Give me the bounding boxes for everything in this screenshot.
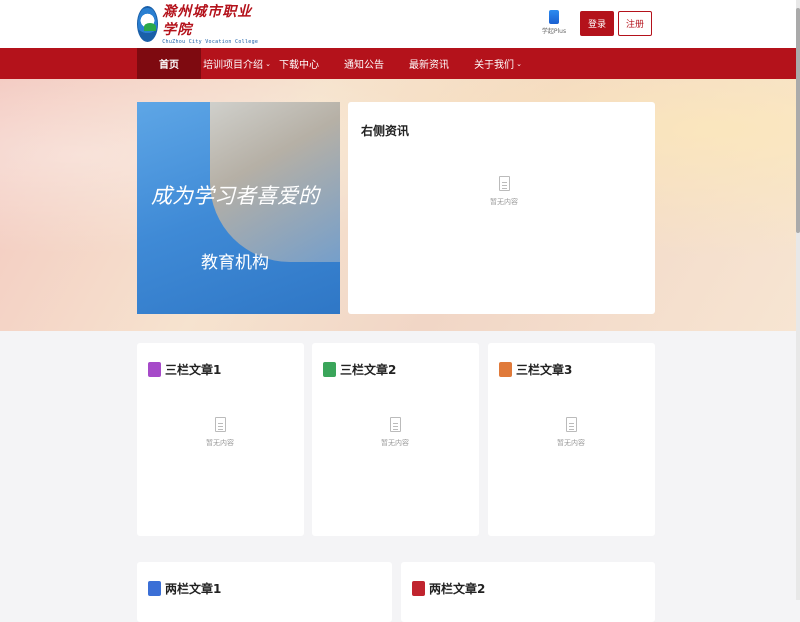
nav-item-downloads[interactable]: 下载中心: [273, 48, 325, 79]
column-header[interactable]: 三栏文章2: [323, 361, 396, 378]
site-header: 滁州城市职业学院 ChuZhou City Vocation College 学…: [0, 0, 796, 48]
two-column-card-2: 两栏文章2: [401, 562, 655, 622]
chevron-down-icon: ⌄: [516, 59, 522, 68]
empty-text: 暂无内容: [557, 439, 585, 447]
nav-item-label: 最新资讯: [409, 60, 449, 71]
logo-emblem-icon: [137, 6, 159, 42]
column-title: 三栏文章3: [516, 363, 573, 377]
nav-item-home[interactable]: 首页: [137, 48, 201, 79]
main-nav: 首页 培训项目介绍 ⌄ 下载中心 通知公告 最新资讯 关于我们 ⌄: [0, 48, 796, 79]
column-card-2: 三栏文章2 暂无内容: [312, 343, 479, 536]
college-logo[interactable]: 滁州城市职业学院 ChuZhou City Vocation College: [137, 3, 267, 45]
nav-item-label: 培训项目介绍: [203, 60, 264, 71]
column-header[interactable]: 三栏文章1: [148, 361, 221, 378]
scrollbar-thumb[interactable]: [796, 8, 800, 233]
column-title: 两栏文章1: [165, 582, 222, 596]
banner-subtitle: 教育机构: [201, 253, 269, 273]
column-card-1: 三栏文章1 暂无内容: [137, 343, 304, 536]
hero-banner[interactable]: 成为学习者喜爱的 教育机构: [137, 102, 340, 314]
nav-item-label: 首页: [159, 60, 179, 71]
logo-en-name: ChuZhou City Vocation College: [162, 39, 259, 45]
empty-text: 暂无内容: [490, 198, 518, 206]
nav-item-label: 通知公告: [344, 60, 384, 71]
purple-doc-icon: [148, 362, 161, 377]
xueqi-plus-link[interactable]: 学起Plus: [541, 10, 567, 35]
xueqi-plus-label: 学起Plus: [541, 28, 567, 35]
nav-item-label: 关于我们: [474, 60, 515, 71]
banner-slogan: 成为学习者喜爱的: [151, 184, 319, 208]
logo-cn-name: 滁州城市职业学院: [162, 4, 253, 38]
nav-item-notices[interactable]: 通知公告: [338, 48, 390, 79]
empty-text: 暂无内容: [381, 439, 409, 447]
empty-state: 暂无内容: [541, 417, 601, 448]
empty-doc-icon: [498, 176, 510, 191]
empty-state: 暂无内容: [190, 417, 250, 448]
blue-doc-icon: [148, 581, 161, 596]
xueqi-plus-icon: [549, 10, 559, 24]
column-header[interactable]: 三栏文章3: [499, 361, 572, 378]
column-header[interactable]: 两栏文章1: [148, 580, 221, 597]
column-title: 三栏文章1: [165, 363, 222, 377]
empty-state: 暂无内容: [474, 176, 534, 207]
nav-item-news[interactable]: 最新资讯: [403, 48, 455, 79]
red-doc-icon: [412, 581, 425, 596]
green-doc-icon: [323, 362, 336, 377]
register-button[interactable]: 注册: [618, 11, 652, 36]
empty-doc-icon: [389, 417, 401, 432]
column-header[interactable]: 两栏文章2: [412, 580, 485, 597]
two-column-card-1: 两栏文章1: [137, 562, 392, 622]
right-news-title: 右侧资讯: [361, 124, 410, 138]
nav-item-label: 下载中心: [279, 60, 319, 71]
empty-doc-icon: [565, 417, 577, 432]
list-doc-icon: [499, 362, 512, 377]
empty-state: 暂无内容: [365, 417, 425, 448]
empty-text: 暂无内容: [206, 439, 234, 447]
empty-doc-icon: [214, 417, 226, 432]
logo-text: 滁州城市职业学院 ChuZhou City Vocation College: [162, 3, 267, 45]
chevron-down-icon: ⌄: [265, 59, 271, 68]
nav-item-training[interactable]: 培训项目介绍 ⌄: [201, 48, 273, 79]
login-button[interactable]: 登录: [580, 11, 614, 36]
column-title: 两栏文章2: [429, 582, 486, 596]
column-title: 三栏文章2: [340, 363, 397, 377]
right-news-panel: 右侧资讯 暂无内容: [348, 102, 655, 314]
nav-item-about[interactable]: 关于我们 ⌄: [468, 48, 528, 79]
column-card-3: 三栏文章3 暂无内容: [488, 343, 655, 536]
